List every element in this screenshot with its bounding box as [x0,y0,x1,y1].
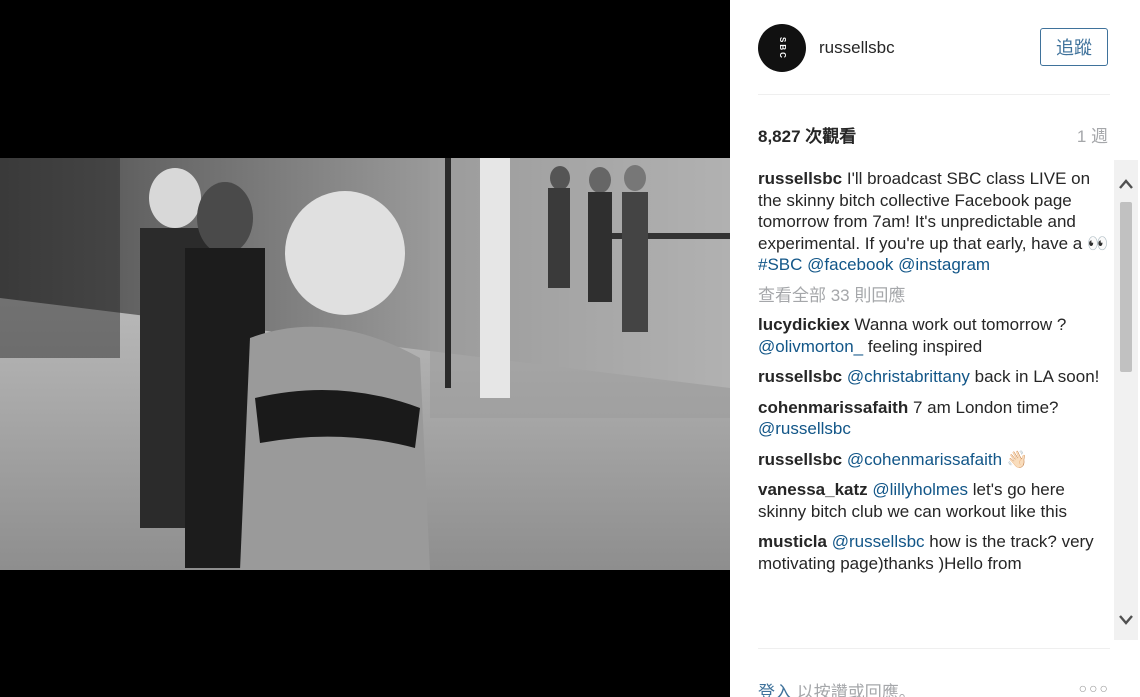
comments-scrollbar[interactable] [1114,160,1138,640]
more-options-icon[interactable]: ○○○ [1079,680,1110,696]
comment-text: 7 am London time? [912,397,1059,417]
footer-divider [758,648,1110,649]
header-divider [758,94,1110,95]
view-count: 8,827 次觀看 [758,127,857,146]
comments-list[interactable]: russellsbc I'll broadcast SBC class LIVE… [758,168,1112,646]
hashtag-link[interactable]: #SBC [758,255,802,274]
comment: musticla @russellsbc how is the track? v… [758,531,1112,574]
comment-author[interactable]: russellsbc [758,450,842,469]
username-link[interactable]: russellsbc [819,38,895,58]
load-more-comments-link[interactable]: 查看全部 33 則回應 [758,285,1112,307]
login-link[interactable]: 登入 [758,683,792,697]
mention-link[interactable]: @christabrittany [847,367,970,386]
caption-author[interactable]: russellsbc [758,169,842,188]
comment-author[interactable]: cohenmarissafaith [758,398,908,417]
video-frame[interactable] [0,158,730,570]
mention-link[interactable]: @facebook [807,255,893,274]
follow-button[interactable]: 追蹤 [1040,28,1108,66]
scrollbar-thumb[interactable] [1120,202,1132,372]
mention-link[interactable]: @lillyholmes [872,480,968,499]
comment-text: back in LA soon! [969,367,1100,386]
mention-link[interactable]: @olivmorton_ [758,337,863,356]
mention-link[interactable]: @instagram [898,255,990,274]
mention-link[interactable]: @cohenmarissafaith [847,450,1002,469]
comment-author[interactable]: vanessa_katz [758,480,868,499]
post-age[interactable]: 1 週 [1077,122,1108,147]
caption: russellsbc I'll broadcast SBC class LIVE… [758,168,1112,276]
comment: russellsbc @christabrittany back in LA s… [758,366,1112,388]
post-header: SBC russellsbc 追蹤 [758,24,1110,72]
comment-text: 👋🏻 [1002,449,1028,469]
video-player[interactable] [0,0,730,697]
comment: cohenmarissafaith 7 am London time? @rus… [758,397,1112,440]
login-prompt: 登入 以按讚或回應。 [758,678,916,697]
comment: russellsbc @cohenmarissafaith 👋🏻 [758,449,1112,471]
comment: lucydickiex Wanna work out tomorrow ? @o… [758,314,1112,357]
avatar[interactable]: SBC [758,24,806,72]
comment-text: Wanna work out tomorrow ? [854,315,1067,334]
login-prompt-text: 以按讚或回應。 [792,683,916,697]
comment-author[interactable]: russellsbc [758,367,842,386]
comment-author[interactable]: lucydickiex [758,315,850,334]
comment-author[interactable]: musticla [758,532,827,551]
video-still-image [0,158,730,570]
comment: vanessa_katz @lillyholmes let's go here … [758,479,1112,522]
mention-link[interactable]: @russellsbc [832,532,925,551]
comment-text: feeling inspired [863,336,983,356]
chevron-up-icon[interactable] [1114,172,1138,196]
avatar-text: SBC [777,36,787,60]
post-sidebar: SBC russellsbc 追蹤 8,827 次觀看 1 週 russells… [730,0,1140,697]
mention-link[interactable]: @russellsbc [758,419,851,438]
chevron-down-icon[interactable] [1114,608,1138,632]
